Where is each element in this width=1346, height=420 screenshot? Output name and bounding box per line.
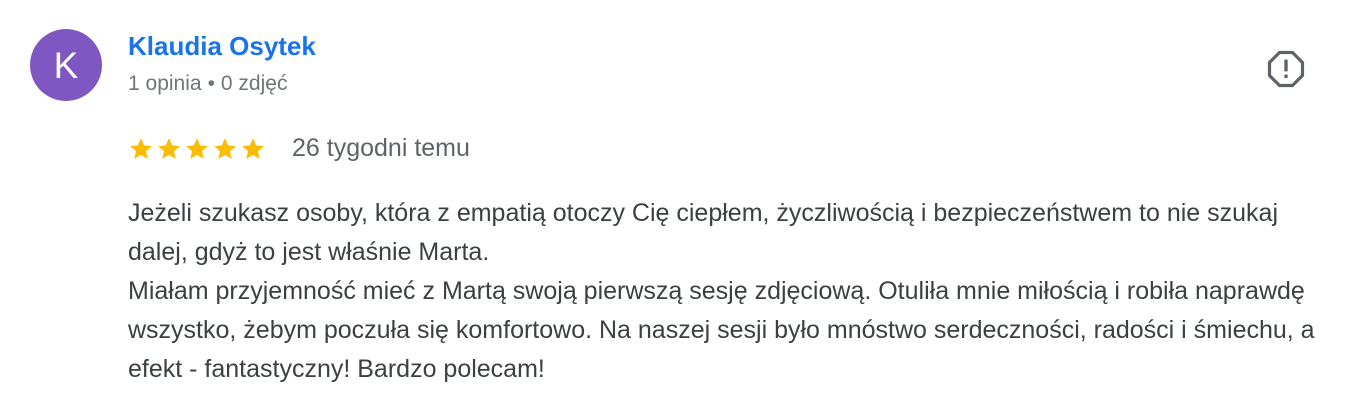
author-avatar[interactable]: K [30,29,102,101]
author-meta: 1 opinia • 0 zdjęć [128,72,287,96]
report-review-button[interactable] [1266,49,1306,89]
photos-count: 0 zdjęć [220,72,288,95]
star-icon [130,137,152,159]
star-icon [214,137,236,159]
star-icon [186,137,208,159]
author-name-link[interactable]: Klaudia Osytek [128,31,316,62]
star-rating [128,136,266,162]
review-paragraph-1: Jeżeli szukasz osoby, która z empatią ot… [128,199,1278,266]
star-icon [158,137,180,159]
meta-separator: • [207,72,215,95]
report-icon [1267,50,1305,88]
avatar-initial: K [53,44,79,86]
review-date: 26 tygodni temu [292,134,470,162]
reviews-count: 1 opinia [128,72,202,95]
star-icon [242,137,264,159]
review-text: Jeżeli szukasz osoby, która z empatią ot… [128,194,1328,389]
rating-row: 26 tygodni temu [128,134,470,163]
review-paragraph-2: Miałam przyjemność mieć z Martą swoją pi… [128,277,1315,383]
